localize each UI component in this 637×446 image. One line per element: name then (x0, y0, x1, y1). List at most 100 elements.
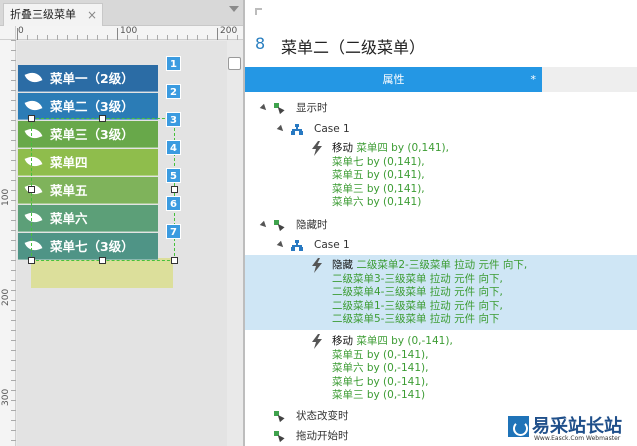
ruler-label: 100 (120, 26, 138, 36)
footnote-badge[interactable]: 3 (166, 112, 181, 127)
event-icon (274, 411, 285, 423)
watermark-subtitle: Www.Easck.Com Webmaster (534, 435, 621, 442)
scroll-handle[interactable] (228, 57, 241, 70)
ruler-tick (11, 420, 16, 421)
ruler-tick (11, 440, 16, 441)
action-target: 二级菜单4-三级菜单 拉动 元件 向下, (332, 286, 503, 298)
case-row[interactable]: Case 1 (245, 236, 637, 254)
resize-handle[interactable] (99, 257, 106, 264)
ruler-tick (11, 140, 16, 141)
collapse-arrow-icon[interactable] (276, 124, 286, 134)
menu-item-2[interactable]: 菜单二（3级） (18, 93, 158, 120)
selection-box (31, 118, 175, 261)
ruler-tick (117, 28, 118, 40)
ruler-tick (11, 220, 16, 221)
case-tree-icon (291, 240, 303, 251)
watermark-logo-icon (508, 416, 529, 437)
ruler-tick (57, 35, 58, 40)
ruler-tick (11, 390, 16, 391)
ruler-tick (11, 370, 16, 371)
ruler-tick (11, 170, 16, 171)
ruler-tick (11, 400, 16, 401)
ruler-tick (11, 200, 16, 201)
ruler-tick (11, 110, 16, 111)
ruler-tick (237, 35, 238, 40)
menu-item-1[interactable]: 菜单一（2级） (18, 65, 158, 92)
ruler-label: 300 (1, 388, 11, 406)
footnote-badge[interactable]: 7 (166, 224, 181, 239)
resize-handle[interactable] (171, 186, 178, 193)
action-hide[interactable]: 隐藏 二级菜单2-三级菜单 拉动 元件 向下, 二级菜单3-三级菜单 拉动 元件… (332, 259, 527, 327)
action-target: 菜单七 by (0,141), (332, 155, 425, 168)
event-row-hide[interactable]: 隐藏时 (245, 216, 637, 234)
ruler-tick (11, 60, 16, 61)
ruler-tick (11, 100, 16, 101)
ruler-tick (11, 190, 16, 191)
resize-handle[interactable] (28, 115, 35, 122)
footnote-badge[interactable]: 4 (166, 140, 181, 155)
tab-dropdown-icon[interactable] (229, 6, 239, 12)
resize-handle[interactable] (28, 186, 35, 193)
ruler-tick (11, 180, 16, 181)
ruler-tick (11, 260, 16, 261)
ruler-tick (11, 330, 16, 331)
ruler-tick (227, 35, 228, 40)
ruler-tick (11, 300, 16, 301)
close-icon[interactable]: × (87, 4, 97, 26)
ruler-tick (27, 35, 28, 40)
editor-tab-bar: 折叠三级菜单 × (0, 0, 243, 26)
ruler-tick (11, 240, 16, 241)
event-icon (274, 220, 285, 232)
tab-label: 属性 (382, 73, 405, 86)
collapse-arrow-icon[interactable] (259, 220, 269, 230)
widget-footnote-number: 8 (255, 34, 266, 53)
ruler-tick (11, 70, 16, 71)
action-target: 菜单四 by (0,-141), (356, 335, 453, 347)
pin-icon[interactable] (255, 8, 262, 15)
ruler-tick (197, 35, 198, 40)
ruler-corner (0, 26, 16, 40)
footnote-badge[interactable]: 1 (166, 56, 181, 71)
action-target: 二级菜单1-三级菜单 拉动 元件 向下, (332, 299, 503, 312)
ruler-tick (97, 35, 98, 40)
inspector-tabs: 属性 * (245, 67, 637, 92)
tab-properties[interactable]: 属性 * (245, 67, 542, 92)
ruler-tick (11, 230, 16, 231)
event-row-show[interactable]: 显示时 (245, 99, 637, 117)
ruler-tick (11, 360, 16, 361)
action-move-hide[interactable]: 移动 菜单四 by (0,-141), 菜单五 by (0,-141), 菜单六… (332, 335, 453, 403)
tab-page[interactable]: 折叠三级菜单 × (3, 3, 103, 26)
footnote-badge[interactable]: 2 (166, 84, 181, 99)
ruler-label: 200 (220, 26, 238, 36)
ruler-tick (11, 310, 16, 311)
resize-handle[interactable] (99, 115, 106, 122)
collapse-arrow-icon[interactable] (259, 103, 269, 113)
ruler-tick (11, 160, 16, 161)
action-bolt-icon (311, 141, 323, 156)
ruler-tick (11, 50, 16, 51)
action-target: 菜单五 by (0,141), (332, 169, 425, 181)
footnote-badge[interactable]: 6 (166, 196, 181, 211)
ruler-tick (11, 380, 16, 381)
ruler-tick (11, 150, 16, 151)
ruler-tick (11, 350, 16, 351)
collapse-arrow-icon[interactable] (276, 240, 286, 250)
action-target: 菜单五 by (0,-141), (332, 348, 429, 361)
canvas-pane: 折叠三级菜单 × 0 100 200 100 200 300 菜单一（2级） 菜… (0, 0, 243, 446)
ruler-tick (11, 210, 16, 211)
resize-handle[interactable] (28, 257, 35, 264)
action-target: 菜单六 by (0,-141), (332, 362, 429, 374)
ruler-tick (47, 35, 48, 40)
ruler-tick (157, 35, 158, 40)
resize-handle[interactable] (171, 257, 178, 264)
ruler-tick (11, 430, 16, 431)
action-move-show[interactable]: 移动 菜单四 by (0,141), 菜单七 by (0,141), 菜单五 b… (332, 142, 449, 210)
tab-title: 折叠三级菜单 (10, 8, 76, 21)
case-row[interactable]: Case 1 (245, 120, 637, 138)
widget-title: 菜单二（二级菜单） (281, 38, 426, 57)
menu-item-label: 菜单二（3级） (50, 99, 134, 114)
action-target: 二级菜单3-三级菜单 拉动 元件 向下, (332, 272, 503, 285)
ruler-label: 0 (18, 26, 24, 36)
footnote-badge[interactable]: 5 (166, 168, 181, 183)
event-icon (274, 431, 285, 443)
